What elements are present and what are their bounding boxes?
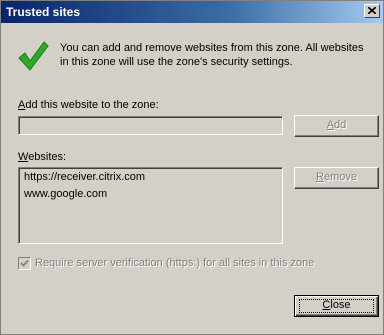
require-verification-checkbox[interactable] [18,257,31,270]
websites-list[interactable]: https://receiver.citrix.com www.google.c… [18,167,283,244]
require-verification-label: Require server verification (https:) for… [35,257,315,269]
website-list-item[interactable]: https://receiver.citrix.com [24,171,145,183]
close-button[interactable]: Close [294,295,379,317]
checkbox-check-icon [20,259,29,267]
add-website-label: Add this website to the zone: [18,99,159,111]
website-list-item[interactable]: www.google.com [24,188,107,200]
title-bar[interactable]: Trusted sites [1,1,383,23]
websites-label: Websites: [18,151,67,163]
close-icon[interactable] [364,4,380,18]
intro-text: You can add and remove websites from thi… [60,42,364,68]
add-button[interactable]: Add [294,115,379,137]
trusted-sites-dialog: Trusted sites You can add and remove web… [0,0,384,335]
focus-ring [299,299,374,313]
add-website-input[interactable] [18,116,283,135]
checkmark-icon [18,41,49,71]
remove-button[interactable]: Remove [294,167,379,189]
dialog-title: Trusted sites [6,5,81,19]
